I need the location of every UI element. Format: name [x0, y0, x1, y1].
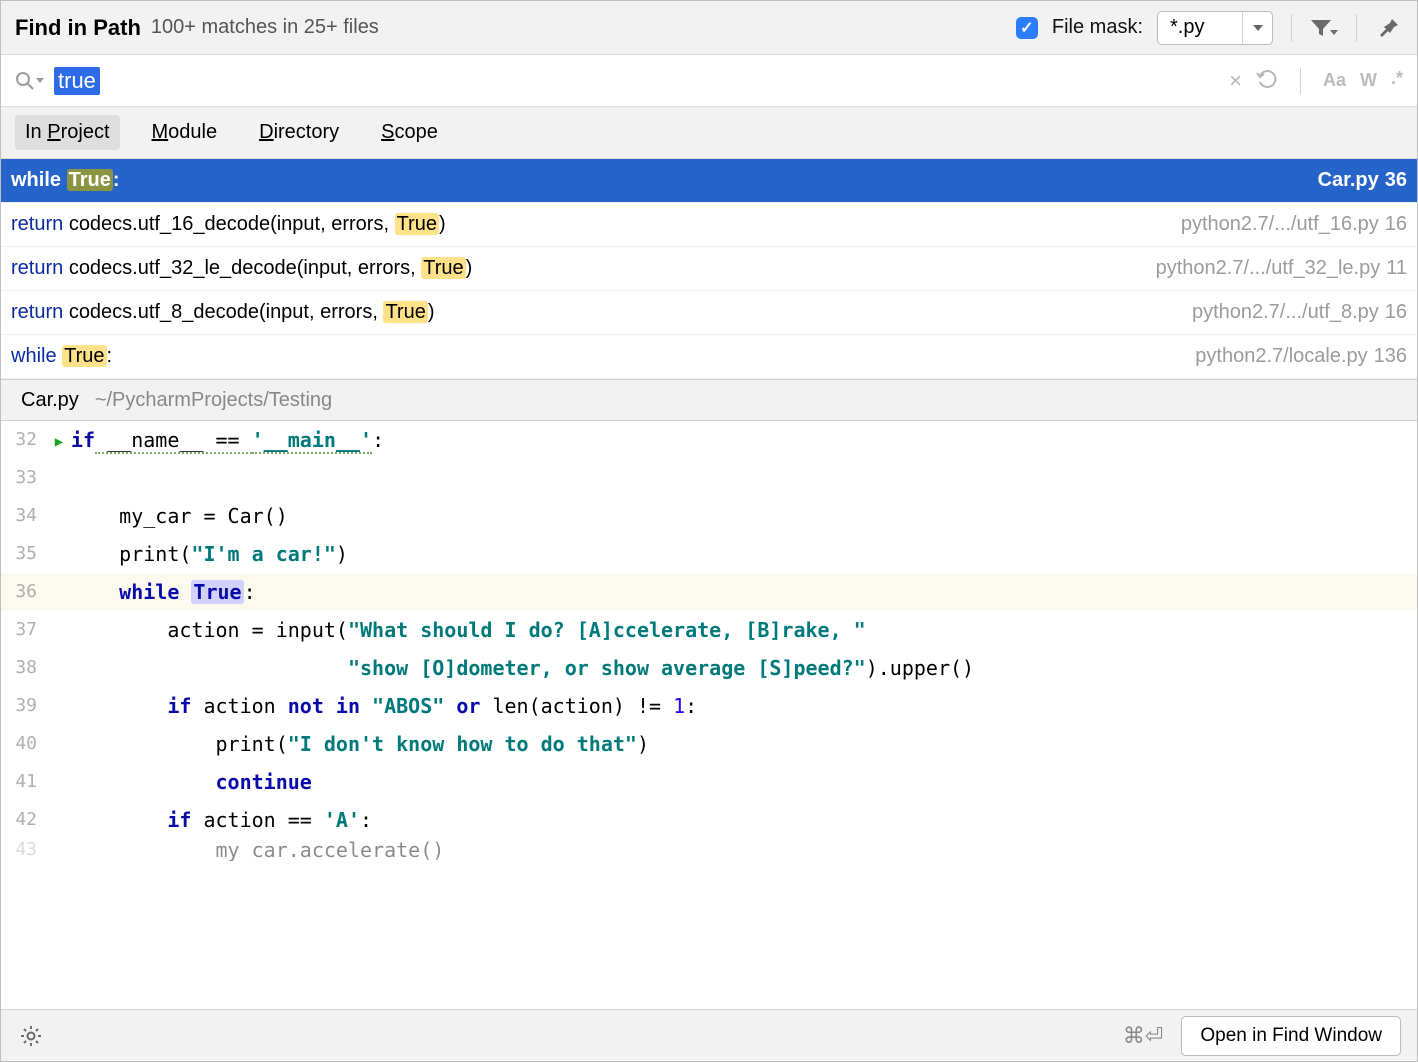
file-mask-checkbox[interactable]: ✓: [1016, 17, 1038, 39]
gear-icon[interactable]: [17, 1022, 45, 1050]
preview-file-name: Car.py: [21, 389, 79, 412]
check-icon: ✓: [1020, 18, 1033, 38]
code-preview[interactable]: 32 ▶ if __name__ == '__main__': 33 34 my…: [1, 421, 1417, 1009]
file-mask-field[interactable]: [1158, 16, 1242, 39]
preview-file-path: ~/PycharmProjects/Testing: [95, 389, 332, 412]
regex-icon[interactable]: .*: [1391, 68, 1403, 89]
search-icon[interactable]: [15, 71, 44, 91]
pin-icon[interactable]: [1375, 14, 1403, 42]
result-row[interactable]: while True: python2.7/locale.py136: [1, 335, 1417, 379]
tab-directory[interactable]: Directory: [249, 115, 349, 150]
line-number: 32: [1, 421, 47, 459]
match-count: 100+ matches in 25+ files: [151, 16, 379, 39]
tab-scope[interactable]: Scope: [371, 115, 448, 150]
filter-icon[interactable]: [1310, 14, 1338, 42]
tab-in-project[interactable]: In Project: [15, 115, 120, 150]
scope-tabs: In Project Module Directory Scope: [1, 107, 1417, 159]
result-row[interactable]: while True: Car.py36: [1, 159, 1417, 203]
divider: [1291, 14, 1292, 42]
result-row[interactable]: return codecs.utf_32_le_decode(input, er…: [1, 247, 1417, 291]
result-row[interactable]: return codecs.utf_16_decode(input, error…: [1, 203, 1417, 247]
words-icon[interactable]: W: [1360, 70, 1377, 91]
divider: [1300, 68, 1301, 94]
search-input[interactable]: true: [54, 67, 1229, 95]
file-mask-combo[interactable]: [1157, 11, 1273, 45]
dialog-header: Find in Path 100+ matches in 25+ files ✓…: [1, 1, 1417, 55]
run-gutter-icon[interactable]: ▶: [55, 434, 63, 450]
dialog-footer: ⌘⏎ Open in Find Window: [1, 1009, 1417, 1061]
history-icon[interactable]: [1256, 69, 1278, 92]
result-row[interactable]: return codecs.utf_8_decode(input, errors…: [1, 291, 1417, 335]
results-list: while True: Car.py36 return codecs.utf_1…: [1, 159, 1417, 379]
match-case-icon[interactable]: Aa: [1323, 70, 1346, 91]
file-mask-label: File mask:: [1048, 16, 1147, 39]
divider: [1356, 14, 1357, 42]
preview-header: Car.py ~/PycharmProjects/Testing: [1, 379, 1417, 421]
chevron-down-icon: [1253, 25, 1263, 31]
open-in-find-window-button[interactable]: Open in Find Window: [1181, 1016, 1401, 1056]
keyboard-shortcut-hint: ⌘⏎: [1123, 1023, 1163, 1049]
search-text-selected: true: [54, 67, 100, 95]
file-mask-dropdown[interactable]: [1242, 12, 1272, 44]
tab-module[interactable]: Module: [142, 115, 228, 150]
clear-icon[interactable]: ×: [1229, 68, 1242, 94]
dialog-title: Find in Path: [15, 15, 141, 41]
search-row: true × Aa W .*: [1, 55, 1417, 107]
